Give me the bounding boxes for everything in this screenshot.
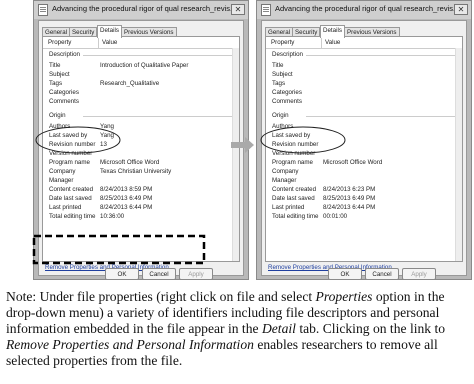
annotation-overlay: [32, 126, 346, 265]
tab-details[interactable]: Details: [320, 25, 345, 38]
dashed-highlight-box: [32, 234, 206, 265]
right-arrow-icon: [231, 137, 254, 153]
note-text: tab. Clicking on the link to: [295, 321, 446, 336]
note-emphasis: Properties: [315, 289, 373, 304]
highlight-ellipse-authors-after: [260, 126, 346, 154]
tab-details[interactable]: Details: [97, 25, 122, 38]
note-text: Note: Under file properties (right click…: [6, 289, 316, 304]
note-emphasis: Remove Properties and Personal Informati…: [6, 337, 254, 352]
note-emphasis: Detail: [261, 321, 296, 336]
highlight-ellipse-authors-before: [35, 126, 121, 154]
figure-note: Note: Under file properties (right click…: [6, 289, 470, 369]
